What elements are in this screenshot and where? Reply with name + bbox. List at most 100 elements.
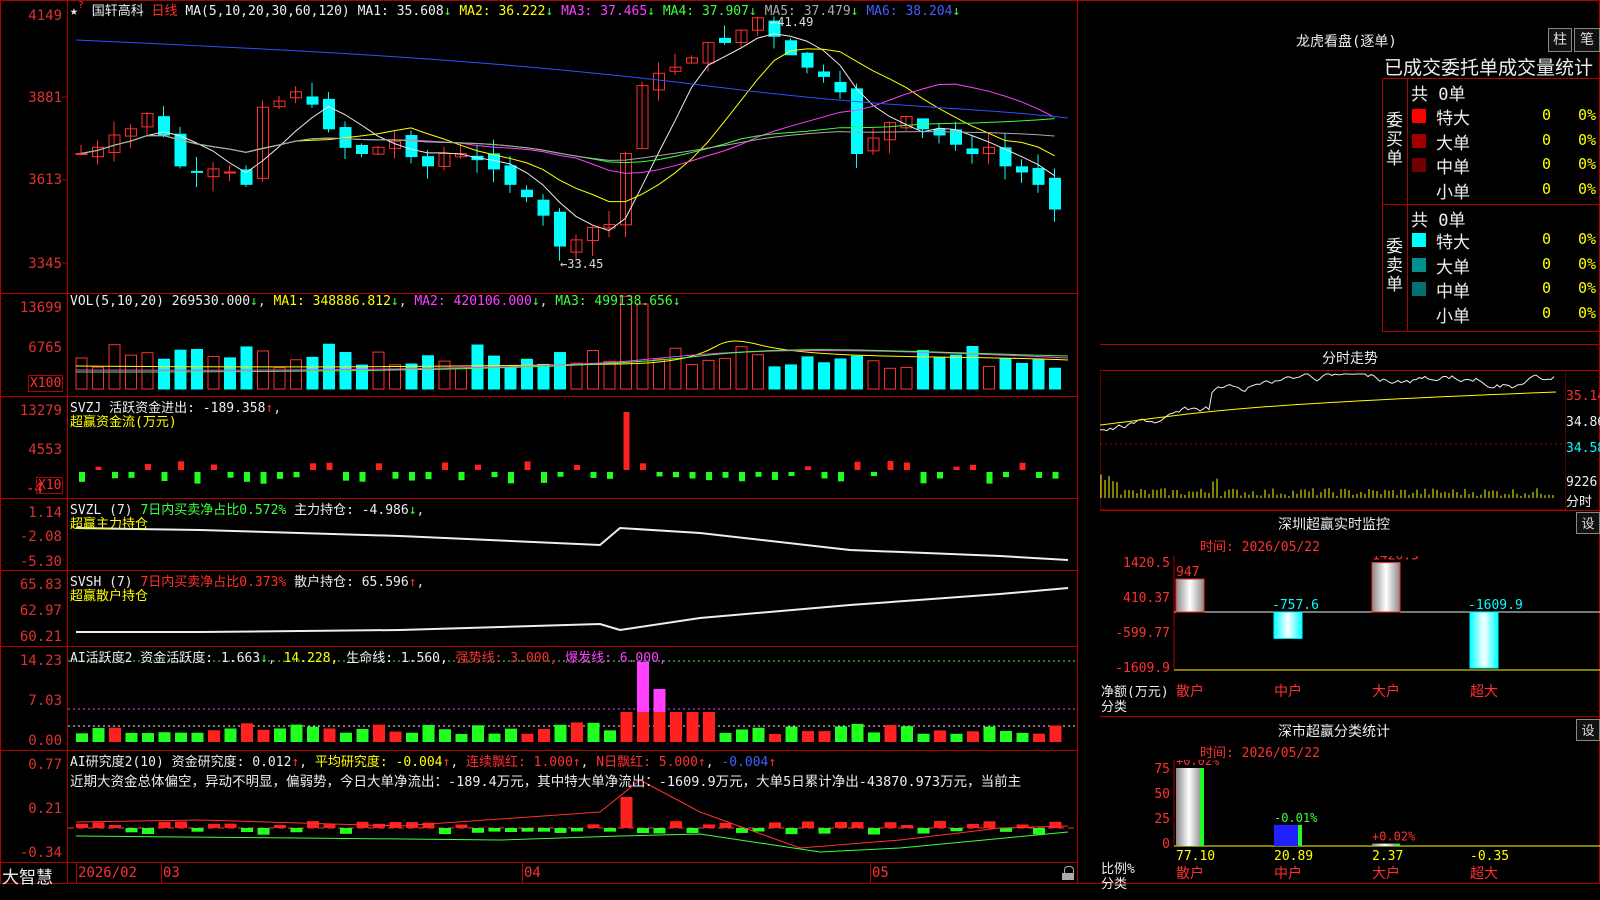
cls-category: 中户 xyxy=(1274,865,1302,882)
sz-category: 超大 xyxy=(1470,684,1498,700)
ai2-seg2: 平均研究度: -0.004 xyxy=(314,755,443,770)
buy-total: 共 0单 xyxy=(1411,85,1466,105)
intraday-divider xyxy=(1100,344,1600,345)
money-flow-bar xyxy=(442,462,448,470)
ai1-header: AI活跃度2 资金活跃度: 1.663↓, 14.228, 生命线: 1.560… xyxy=(70,651,667,666)
volume-bar xyxy=(306,356,319,390)
money-flow-bar xyxy=(1036,472,1042,478)
sz-bar xyxy=(1273,611,1303,639)
cls-bar-edge xyxy=(1298,824,1302,846)
money-flow-bar xyxy=(310,463,316,470)
research-bar xyxy=(686,828,699,834)
volume-bar xyxy=(207,355,220,390)
money-flow-bar xyxy=(112,472,118,479)
research-bar xyxy=(769,822,781,828)
order-row-label: 特大 xyxy=(1436,109,1470,129)
activity-bar xyxy=(109,727,121,742)
cls-xlabel: 分类 xyxy=(1101,877,1128,892)
main-force-line xyxy=(75,526,1069,561)
activity-bar xyxy=(505,728,517,742)
money-flow-bar xyxy=(557,472,564,477)
vol-unit: X100 xyxy=(28,375,64,392)
sz-y-label: 1420.5 xyxy=(1123,556,1170,571)
cls-time: 时间: 2026/05/22 xyxy=(1200,746,1320,761)
sz-y-label: -1609.9 xyxy=(1115,661,1170,676)
activity-bar xyxy=(241,723,253,742)
volume-bar xyxy=(999,358,1012,390)
volume-bar xyxy=(108,344,121,390)
money-flow-bar xyxy=(95,466,102,470)
ai1-seg3: 生命线: 1.560, xyxy=(346,651,448,666)
ma120-line xyxy=(75,39,1069,119)
volume-bar xyxy=(801,356,814,390)
sz-time: 时间: 2026/05/22 xyxy=(1200,540,1320,555)
sz-bar xyxy=(1469,611,1499,669)
intraday-y-2: 34.86 xyxy=(1566,415,1600,430)
activity-bar xyxy=(472,725,484,742)
cls-title: 深市超赢分类统计 xyxy=(1278,724,1390,740)
lock-icon-body xyxy=(1062,873,1074,880)
research-bar xyxy=(818,828,831,834)
svzl-y-1: 1.14 xyxy=(28,505,62,521)
ai2-seg5: -0.004 xyxy=(721,755,769,770)
ai2-header: AI研究度2(10) 资金研究度: 0.012↑, 平均研究度: -0.004↑… xyxy=(70,755,777,770)
volume-bar xyxy=(405,363,418,390)
candle-body xyxy=(999,147,1012,167)
volume-bar xyxy=(504,367,517,390)
research-bar xyxy=(950,828,963,832)
research-bar xyxy=(967,823,979,828)
buy-side-label: 委买单 xyxy=(1386,111,1403,169)
order-row-pct: 0% xyxy=(1578,106,1597,124)
activity-bar xyxy=(274,728,286,742)
research-bar xyxy=(752,828,765,832)
vol-value: 269530.000 xyxy=(171,294,251,309)
activity-bar xyxy=(917,733,930,742)
sz-bar xyxy=(1175,578,1205,613)
activity-bar xyxy=(290,724,303,742)
candle-body xyxy=(966,148,979,154)
bar-mode-button[interactable]: 柱 xyxy=(1548,28,1572,52)
order-row-pct: 0% xyxy=(1578,155,1597,173)
research-bar xyxy=(587,824,600,828)
order-row-count: 0 xyxy=(1542,230,1552,248)
money-flow-bar xyxy=(755,472,762,477)
cls-value: 77.10 xyxy=(1176,849,1215,864)
volume-bar xyxy=(554,352,566,390)
x-label-mar: 03 xyxy=(163,865,180,881)
svzj-y-2: 4553 xyxy=(28,442,62,458)
research-bar xyxy=(224,823,237,828)
sz-settings-button[interactable]: 设 xyxy=(1576,512,1600,534)
svzl-seg1: 7日内买卖净占比0.572% xyxy=(140,503,287,518)
candle-body xyxy=(422,156,434,167)
sz-title: 深圳超赢实时监控 xyxy=(1278,517,1390,533)
order-color-swatch xyxy=(1412,109,1426,123)
svzl-y-2: -2.08 xyxy=(19,529,62,545)
money-flow-bar xyxy=(920,472,927,484)
sz-y-label: 410.37 xyxy=(1123,591,1170,606)
money-flow-bar xyxy=(293,472,300,478)
x-tick xyxy=(161,863,162,884)
activity-bar xyxy=(224,728,237,742)
money-flow-bar xyxy=(607,472,613,479)
activity-bar xyxy=(571,722,583,742)
money-flow-bar xyxy=(904,462,910,470)
volume-bar xyxy=(570,362,583,390)
cls-settings-button[interactable]: 设 xyxy=(1576,719,1600,741)
cls-divider xyxy=(1100,716,1600,717)
sz-bar xyxy=(1371,562,1401,613)
pen-mode-button[interactable]: 笔 xyxy=(1574,28,1600,52)
volume-bar xyxy=(702,359,715,390)
research-bar xyxy=(290,828,303,833)
ai1-y-3: 0.00 xyxy=(28,733,62,749)
sz-y-label: -599.77 xyxy=(1115,626,1170,641)
intraday-chart[interactable] xyxy=(1100,370,1566,510)
money-flow-bar xyxy=(145,464,151,470)
cls-category: 散户 xyxy=(1176,865,1204,882)
sell-side-label: 委卖单 xyxy=(1386,237,1403,295)
research-bar xyxy=(1033,828,1045,835)
ai1-seg1: AI活跃度2 资金活跃度: 1.663 xyxy=(70,651,261,666)
money-flow-bar xyxy=(541,472,547,483)
activity-bar xyxy=(950,733,963,742)
cls-bar xyxy=(1372,843,1398,846)
activity-bar xyxy=(884,725,897,742)
